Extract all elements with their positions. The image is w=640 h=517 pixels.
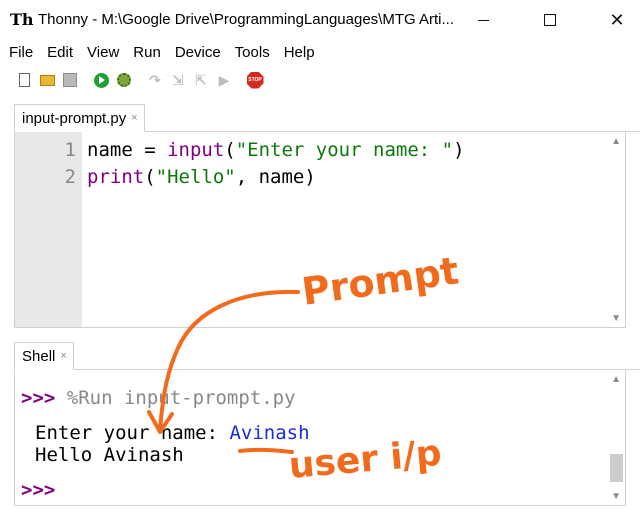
- toolbar: ↷ ⇲ ⇱ ▶ STOP: [0, 66, 640, 94]
- shell-tab-bar: Shell ×: [14, 342, 640, 370]
- shell-run-line: >>> %Run input-prompt.py: [21, 387, 296, 409]
- code-text: name =: [87, 139, 168, 161]
- tab-label: Shell: [22, 347, 56, 365]
- scroll-up-icon[interactable]: ▲: [611, 374, 621, 385]
- line-number: 1: [64, 139, 76, 161]
- scroll-down-icon[interactable]: ▼: [611, 491, 621, 502]
- shell-scrollbar[interactable]: ▲ ▼: [608, 370, 625, 505]
- menu-bar: File Edit View Run Device Tools Help: [0, 40, 640, 64]
- code-text: , name): [235, 166, 316, 188]
- step-over-icon: ↷: [149, 71, 161, 88]
- open-file-button[interactable]: [37, 70, 57, 90]
- save-button[interactable]: [60, 70, 80, 90]
- code-line[interactable]: print("Hello", name): [87, 164, 316, 191]
- shell-prompt: >>>: [21, 479, 56, 501]
- shell-current-line[interactable]: >>>: [21, 479, 55, 501]
- tab-close-icon[interactable]: ×: [60, 350, 66, 362]
- tab-label: input-prompt.py: [22, 109, 127, 127]
- tab-input-prompt-py[interactable]: input-prompt.py ×: [14, 104, 145, 132]
- code-text: ): [453, 139, 465, 161]
- input-prompt-text: Enter your name:: [35, 422, 230, 444]
- line-number-gutter: 1 2: [15, 132, 82, 327]
- tab-shell[interactable]: Shell ×: [14, 342, 74, 370]
- new-file-button[interactable]: [14, 70, 34, 90]
- run-command: %Run input-prompt.py: [66, 387, 296, 409]
- code-editor[interactable]: 1 2 name = input("Enter your name: ") pr…: [14, 132, 626, 328]
- minimize-button[interactable]: [460, 0, 506, 40]
- code-keyword: print: [87, 166, 145, 188]
- tab-close-icon[interactable]: ×: [131, 112, 137, 124]
- code-string: "Enter your name: ": [235, 139, 454, 161]
- menu-edit[interactable]: Edit: [47, 44, 73, 61]
- scroll-thumb[interactable]: [610, 454, 623, 482]
- shell-input-line: Enter your name: Avinash: [35, 422, 310, 444]
- run-icon: [93, 72, 109, 88]
- line-number: 2: [64, 166, 76, 188]
- window-title: Thonny - M:\Google Drive\ProgrammingLang…: [38, 11, 455, 28]
- stop-icon: STOP: [246, 71, 264, 89]
- code-string: "Hello": [155, 166, 236, 188]
- title-bar: Th Thonny - M:\Google Drive\ProgrammingL…: [0, 0, 640, 40]
- save-icon: [63, 73, 77, 87]
- debug-button[interactable]: [114, 70, 134, 90]
- open-file-icon: [39, 74, 55, 86]
- menu-view[interactable]: View: [87, 44, 119, 61]
- shell-prompt: >>>: [21, 387, 56, 409]
- resume-icon: ▶: [218, 71, 230, 88]
- thonny-app-icon: Th: [10, 10, 34, 29]
- step-out-button[interactable]: ⇱: [191, 70, 211, 90]
- maximize-button[interactable]: [527, 0, 573, 40]
- step-over-button[interactable]: ↷: [145, 70, 165, 90]
- menu-help[interactable]: Help: [284, 44, 315, 61]
- scroll-up-icon[interactable]: ▲: [611, 136, 621, 147]
- menu-tools[interactable]: Tools: [235, 44, 270, 61]
- code-keyword: input: [167, 139, 225, 161]
- scroll-down-icon[interactable]: ▼: [611, 313, 621, 324]
- code-line[interactable]: name = input("Enter your name: "): [87, 137, 465, 164]
- menu-file[interactable]: File: [9, 44, 33, 61]
- editor-tab-bar: input-prompt.py ×: [14, 104, 640, 132]
- menu-run[interactable]: Run: [133, 44, 161, 61]
- code-text: (: [224, 139, 236, 161]
- close-window-button[interactable]: ✕: [594, 0, 640, 40]
- debug-icon: [117, 73, 131, 87]
- resume-button[interactable]: ▶: [214, 70, 234, 90]
- step-out-icon: ⇱: [195, 71, 207, 88]
- user-input-text: Avinash: [229, 422, 310, 444]
- editor-scrollbar[interactable]: ▲ ▼: [608, 132, 625, 327]
- menu-device[interactable]: Device: [175, 44, 221, 61]
- step-into-icon: ⇲: [172, 71, 184, 88]
- code-text: (: [144, 166, 156, 188]
- step-into-button[interactable]: ⇲: [168, 70, 188, 90]
- shell-console[interactable]: >>> %Run input-prompt.py Enter your name…: [14, 370, 626, 506]
- shell-output-line: Hello Avinash: [35, 444, 184, 466]
- run-button[interactable]: [91, 70, 111, 90]
- stop-button[interactable]: STOP: [245, 70, 265, 90]
- new-file-icon: [18, 73, 30, 87]
